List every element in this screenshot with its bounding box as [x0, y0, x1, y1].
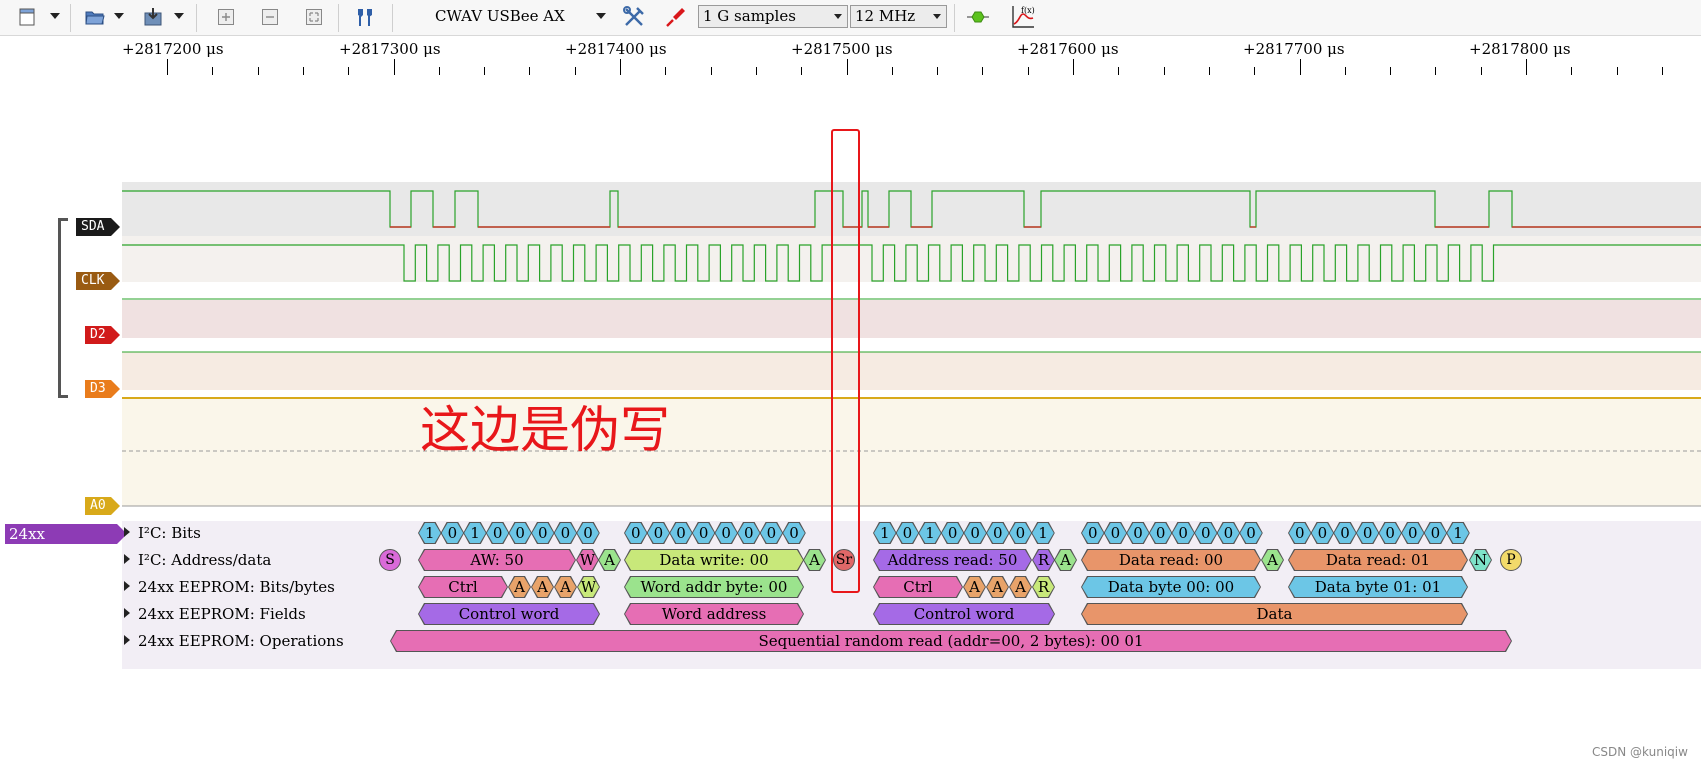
decoder-row-eeprom-operations[interactable]: 24xx EEPROM: Operations [124, 632, 344, 650]
control-word-field[interactable]: Control word [419, 604, 599, 624]
data-byte-block[interactable]: Data byte 00: 00 [1082, 577, 1260, 597]
decoder-tag[interactable]: 24xx EEPROM [5, 524, 127, 563]
word-address-field[interactable]: Word address [625, 604, 803, 624]
address-write-block[interactable]: AW: 50 [419, 550, 575, 570]
highlight-box [831, 129, 860, 593]
channel-clk-label: CLK [81, 273, 105, 288]
expand-arrow-icon [124, 608, 130, 618]
data-read-block[interactable]: Data read: 01 [1289, 550, 1467, 570]
data-write-block[interactable]: Data write: 00 [625, 550, 803, 570]
channel-d3-label: D3 [90, 381, 106, 396]
decoder-row-label: 24xx EEPROM: Fields [138, 605, 306, 623]
control-byte-block[interactable]: Ctrl [874, 577, 962, 597]
clk-trace [122, 244, 1701, 282]
address-read-block[interactable]: Address read: 50 [874, 550, 1031, 570]
operation-block[interactable]: Sequential random read (addr=00, 2 bytes… [391, 631, 1511, 651]
decoder-row-i2c-address-data[interactable]: I²C: Address/data [124, 551, 271, 569]
channel-d3-tag[interactable]: D3 [85, 380, 120, 398]
decoder-row-label: 24xx EEPROM: Bits/bytes [138, 578, 335, 596]
control-word-field[interactable]: Control word [874, 604, 1054, 624]
decoder-row-i2c-bits[interactable]: I²C: Bits [124, 524, 201, 542]
expand-arrow-icon [124, 554, 130, 564]
channel-a0-tag[interactable]: A0 [85, 497, 120, 515]
sda-trace [122, 190, 1701, 228]
channel-d2-label: D2 [90, 327, 106, 342]
i2c-stop-marker[interactable]: P [1500, 549, 1522, 571]
channel-sda-tag[interactable]: SDA [76, 218, 120, 236]
i2c-start-marker[interactable]: S [379, 549, 401, 571]
annotation-text: 这边是伪写 [420, 401, 670, 459]
channel-d2-tag[interactable]: D2 [85, 326, 120, 344]
decoder-row-label: I²C: Address/data [138, 551, 272, 569]
decoder-row-label: 24xx EEPROM: Operations [138, 632, 344, 650]
data-read-block[interactable]: Data read: 00 [1082, 550, 1260, 570]
decoder-row-label: I²C: Bits [138, 524, 201, 542]
watermark: CSDN @kuniqiw [1592, 745, 1688, 759]
decoder-row-eeprom-fields[interactable]: 24xx EEPROM: Fields [124, 605, 306, 623]
word-address-byte-block[interactable]: Word addr byte: 00 [625, 577, 803, 597]
decoder-tag-label: 24xx EEPROM [9, 525, 80, 563]
data-byte-block[interactable]: Data byte 01: 01 [1289, 577, 1467, 597]
expand-arrow-icon [124, 581, 130, 591]
channel-clk-tag[interactable]: CLK [76, 272, 120, 290]
channel-group-bracket [58, 218, 68, 398]
decoder-row-eeprom-bits-bytes[interactable]: 24xx EEPROM: Bits/bytes [124, 578, 335, 596]
expand-arrow-icon [124, 635, 130, 645]
expand-arrow-icon [124, 527, 130, 537]
channel-a0-label: A0 [90, 498, 106, 513]
channel-sda-label: SDA [81, 219, 105, 234]
data-field[interactable]: Data [1082, 604, 1467, 624]
control-byte-block[interactable]: Ctrl [419, 577, 507, 597]
